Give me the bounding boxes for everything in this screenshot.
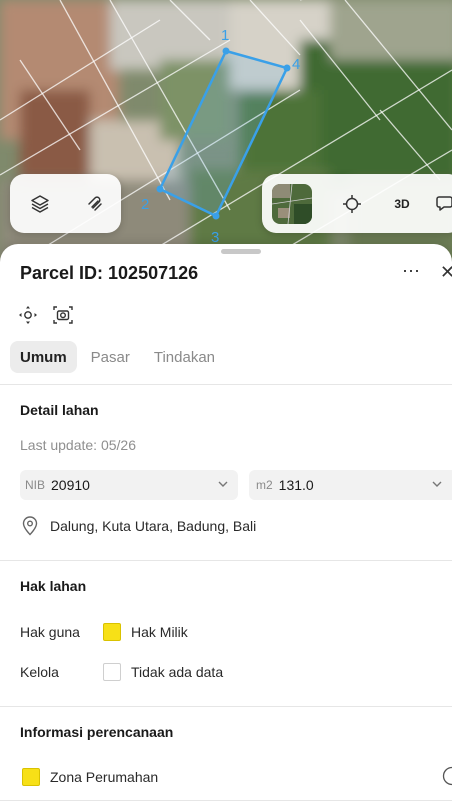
zone-color-swatch [22, 768, 40, 786]
vertex-label-1: 1 [221, 27, 229, 44]
chat-bubble-icon [436, 195, 452, 211]
sheet-drag-handle[interactable] [221, 249, 261, 254]
hak-guna-color-swatch [103, 623, 121, 641]
locate-button[interactable] [332, 184, 372, 224]
satellite-thumbnail[interactable] [272, 183, 312, 224]
draw-tool-icon [88, 195, 102, 211]
section-heading-rights: Hak lahan [20, 578, 87, 594]
chat-button[interactable] [432, 184, 452, 224]
tab-tindakan[interactable]: Tindakan [144, 341, 225, 373]
tab-bar: Umum Pasar Tindakan [10, 341, 225, 373]
kelola-color-swatch [103, 663, 121, 681]
last-update-text: Last update: 05/26 [20, 437, 136, 453]
location-pin-icon [22, 516, 38, 536]
zone-value: Zona Perumahan [50, 769, 159, 785]
divider [0, 800, 452, 801]
area-prefix: m2 [256, 478, 273, 492]
area-value: 131.0 [278, 477, 314, 493]
nib-field[interactable]: NIB 20910 [20, 470, 238, 500]
vertex-label-2: 2 [141, 196, 149, 213]
nib-prefix: NIB [25, 478, 46, 492]
screenshot-button[interactable] [52, 304, 74, 326]
vertex-label-4: 4 [292, 56, 300, 73]
divider [0, 384, 452, 385]
map-controls-group: 3D [262, 174, 452, 233]
more-options-button[interactable]: ⋯ [402, 261, 421, 282]
crosshair-icon [343, 194, 361, 213]
draw-tool-button[interactable] [70, 179, 120, 229]
kelola-value: Tidak ada data [131, 664, 224, 680]
3d-toggle-button[interactable]: 3D [382, 184, 422, 224]
layers-button[interactable] [15, 179, 65, 229]
layers-icon [31, 194, 49, 213]
hak-guna-label: Hak guna [20, 624, 80, 640]
nib-value: 20910 [51, 477, 90, 493]
tab-umum[interactable]: Umum [10, 341, 77, 373]
map-view[interactable]: 1 2 3 4 3D [0, 0, 452, 270]
hak-guna-value: Hak Milik [131, 624, 188, 640]
info-icon[interactable] [442, 766, 452, 786]
section-heading-detail: Detail lahan [20, 402, 99, 418]
map-tools-group [10, 174, 121, 233]
location-text: Dalung, Kuta Utara, Badung, Bali [50, 518, 257, 534]
kelola-label: Kelola [20, 664, 59, 680]
chevron-down-icon [218, 481, 228, 487]
parcel-detail-sheet: Parcel ID: 102507126 ⋯ ✕ Umum Pasar Tind… [0, 244, 452, 804]
move-target-icon [19, 306, 37, 324]
recenter-button[interactable] [17, 304, 39, 326]
camera-scan-icon [53, 306, 73, 324]
page-title: Parcel ID: 102507126 [20, 263, 199, 283]
close-button[interactable]: ✕ [440, 262, 452, 283]
chevron-down-icon [432, 481, 442, 487]
tab-pasar[interactable]: Pasar [81, 341, 140, 373]
divider [0, 560, 452, 561]
divider [0, 706, 452, 707]
area-field[interactable]: m2 131.0 [249, 470, 452, 500]
section-heading-planning: Informasi perencanaan [20, 724, 174, 740]
